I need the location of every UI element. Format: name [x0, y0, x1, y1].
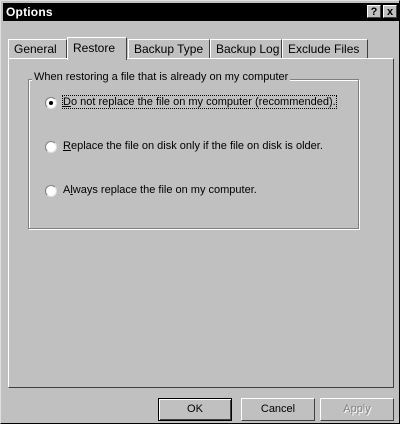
tab-exclude-files[interactable]: Exclude Files — [282, 39, 368, 59]
apply-button[interactable]: Apply — [320, 398, 394, 421]
radio-do-not-replace[interactable] — [45, 97, 57, 109]
title-bar[interactable]: Options ? x — [3, 3, 399, 21]
label-do-not-replace[interactable]: Do not replace the file on my computer (… — [62, 95, 337, 109]
window-title: Options — [6, 5, 53, 19]
close-button[interactable]: x — [383, 5, 397, 18]
radio-replace-if-older[interactable] — [45, 141, 57, 153]
help-button[interactable]: ? — [367, 5, 381, 18]
ok-button[interactable]: OK — [158, 398, 232, 421]
tab-restore[interactable]: Restore — [67, 37, 127, 60]
tab-backup-log[interactable]: Backup Log — [210, 39, 282, 59]
group-label: When restoring a file that is already on… — [32, 71, 291, 83]
tab-general[interactable]: General — [8, 39, 67, 59]
label-replace-if-older[interactable]: Replace the file on disk only if the fil… — [63, 140, 323, 152]
help-icon: ? — [370, 6, 378, 18]
tab-backup-type[interactable]: Backup Type — [128, 39, 210, 59]
label-always-replace[interactable]: Always replace the file on my computer. — [63, 184, 257, 196]
close-icon: x — [386, 6, 394, 18]
radio-always-replace[interactable] — [45, 185, 57, 197]
options-dialog: Options ? x General Restore Backup Type … — [0, 0, 400, 424]
cancel-button[interactable]: Cancel — [241, 398, 315, 421]
